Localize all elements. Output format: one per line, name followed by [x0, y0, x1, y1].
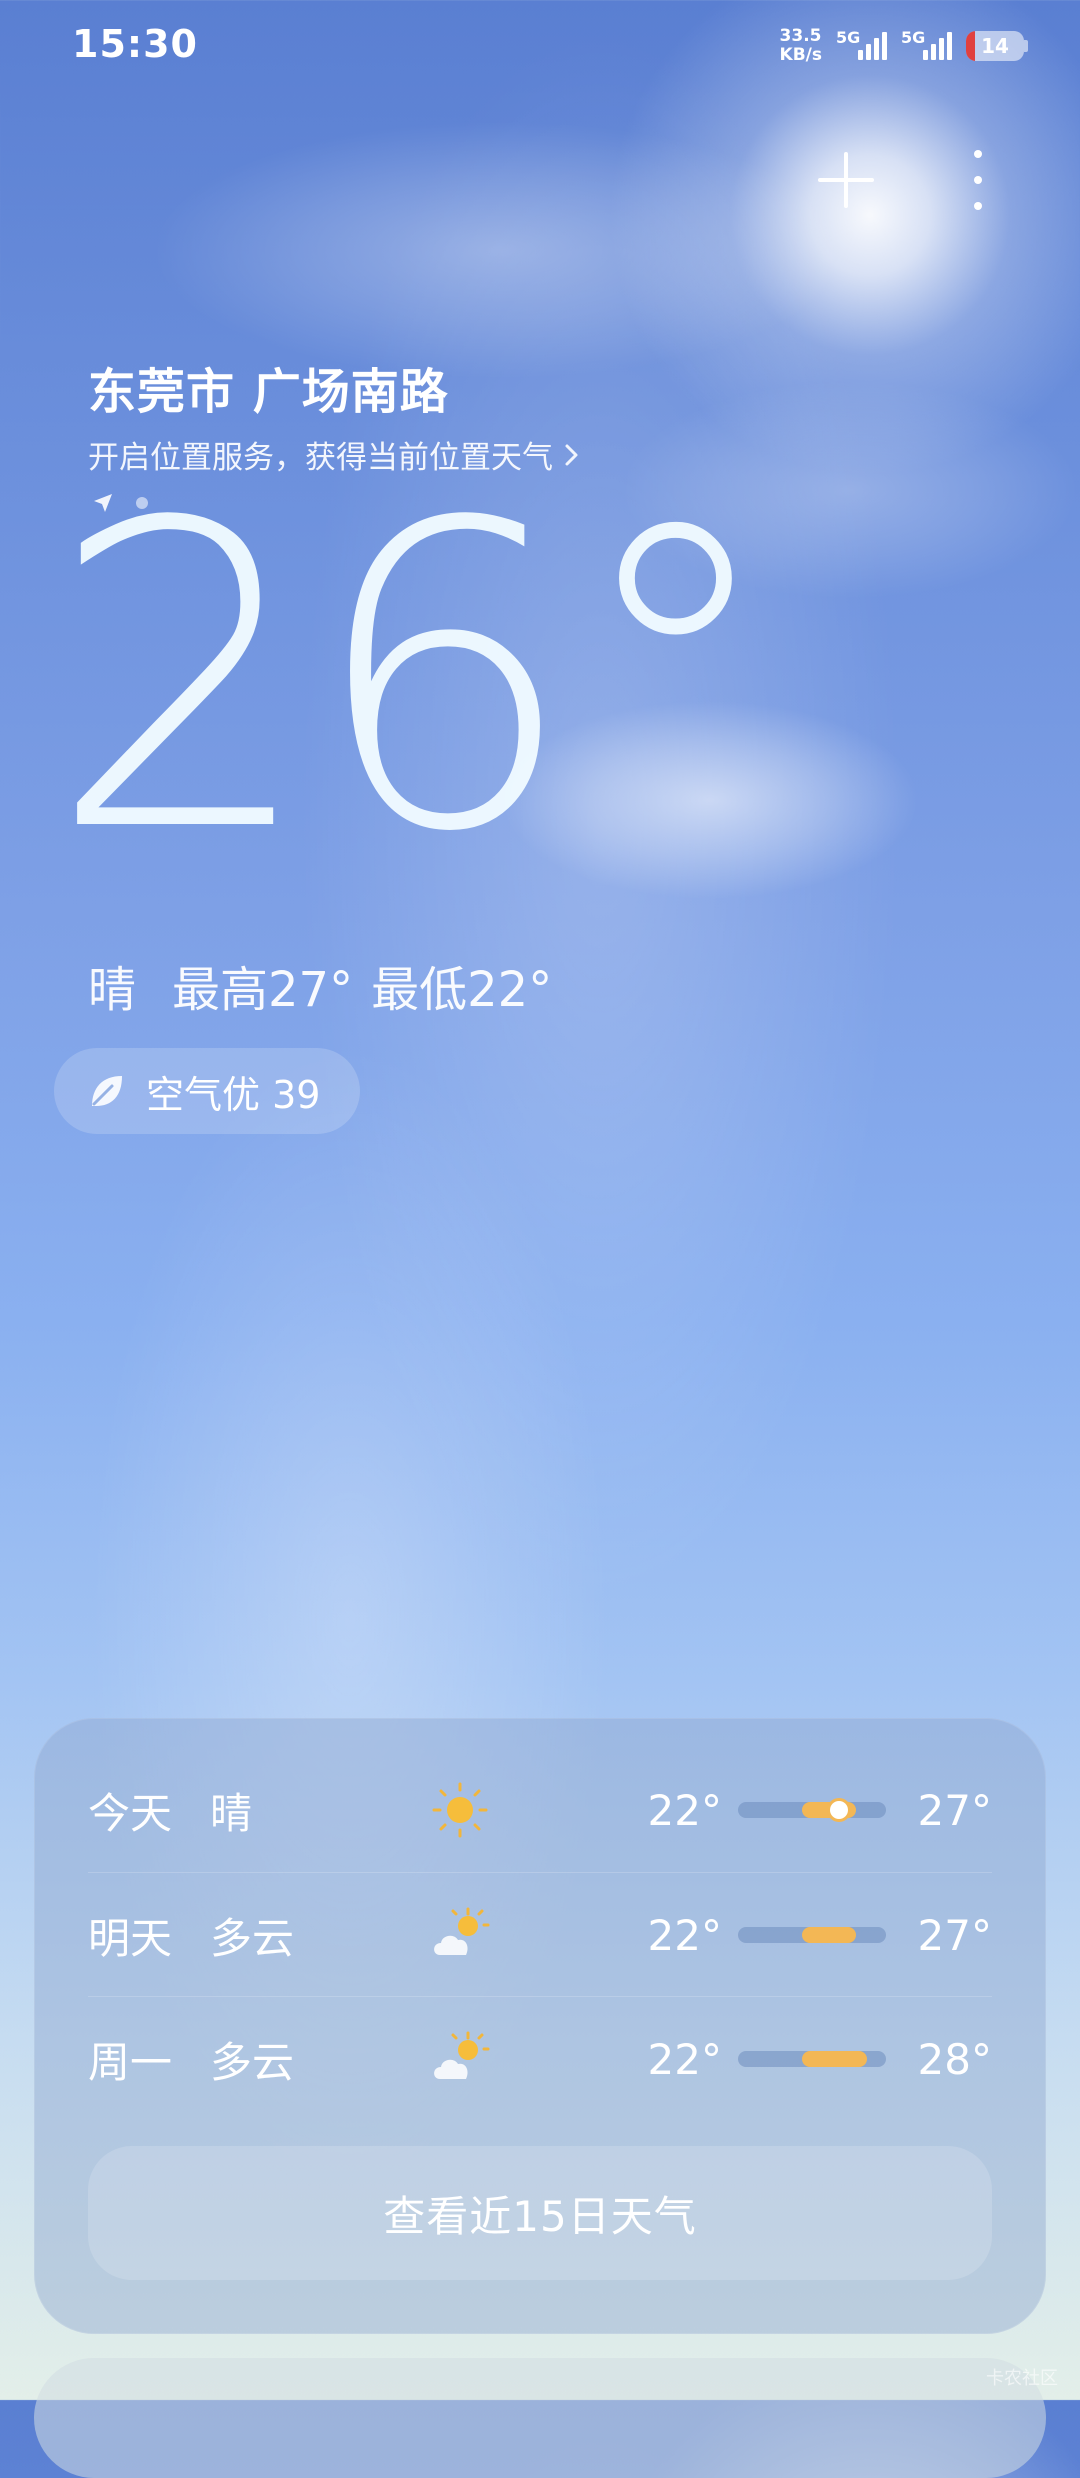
- forecast-high: 27°: [917, 1785, 992, 1835]
- forecast-condition: 多云: [210, 1913, 295, 1963]
- leaf-icon: [92, 1076, 122, 1106]
- temperature-range-bar: [738, 2051, 886, 2067]
- add-city-button[interactable]: [814, 148, 878, 212]
- forecast-day: 周一: [88, 2037, 173, 2087]
- current-condition: 晴: [88, 962, 137, 1018]
- battery-level: 14: [981, 34, 1009, 58]
- temperature-range-fill: [801, 2051, 867, 2067]
- today-low: 最低22°: [371, 962, 553, 1018]
- network-speed-unit: KB/s: [779, 45, 822, 65]
- sun-icon: [430, 1780, 490, 1840]
- temperature-range-bar: [738, 1801, 886, 1819]
- battery-icon: 14: [966, 31, 1028, 61]
- forecast-row[interactable]: 明天 多云 22° 27°: [88, 1872, 992, 1997]
- forecast-row[interactable]: 周一 多云 22° 28°: [88, 1996, 992, 2121]
- air-quality-label: 空气优 39: [146, 1072, 321, 1117]
- forecast-condition: 晴: [210, 1788, 253, 1838]
- current-condition-line: 晴 最高27° 最低22°: [88, 950, 552, 1020]
- forecast-row[interactable]: 今天晴 22° 27°: [88, 1748, 992, 1872]
- partly-cloudy-icon: [430, 2029, 490, 2089]
- forecast-condition: 多云: [210, 2037, 295, 2087]
- status-icons: 33.5 KB/s 5G 5G 14: [780, 22, 1028, 70]
- temperature-range-fill: [801, 1927, 857, 1943]
- signal-label: 5G: [836, 28, 861, 47]
- more-options-button[interactable]: [962, 150, 994, 210]
- network-speed: 33.5 KB/s: [780, 27, 822, 65]
- status-time: 15:30: [72, 22, 198, 66]
- forecast-high: 28°: [917, 2034, 992, 2084]
- today-high: 最高27°: [172, 962, 354, 1018]
- forecast-card: 今天晴 22° 27° 明天 多云 22° 27° 周一 多云 22° 28° 查看近15日天气: [34, 1718, 1046, 2334]
- forecast-high: 27°: [917, 1910, 992, 1960]
- location-name: 东莞市 广场南路: [88, 364, 449, 420]
- temperature-range-bar: [738, 1927, 886, 1943]
- cloud-decoration: [150, 120, 850, 380]
- battery-fill: [966, 31, 975, 61]
- forecast-day: 今天: [88, 1788, 173, 1838]
- next-card: [34, 2358, 1046, 2478]
- current-temperature: 26°: [48, 435, 780, 924]
- view-15-day-button[interactable]: 查看近15日天气: [88, 2146, 992, 2280]
- forecast-day: 明天: [88, 1913, 173, 1963]
- forecast-low: 22°: [647, 1910, 722, 1960]
- network-speed-value: 33.5: [779, 26, 822, 46]
- signal-icon: 5G: [836, 28, 887, 60]
- forecast-low: 22°: [647, 2034, 722, 2084]
- current-temp-marker: [829, 1801, 848, 1819]
- signal-label: 5G: [901, 28, 926, 47]
- forecast-low: 22°: [647, 1785, 722, 1835]
- watermark: 卡农社区: [986, 2368, 1058, 2389]
- partly-cloudy-icon: [430, 1905, 490, 1965]
- air-quality-badge[interactable]: 空气优 39: [54, 1048, 360, 1134]
- signal-icon: 5G: [901, 28, 952, 60]
